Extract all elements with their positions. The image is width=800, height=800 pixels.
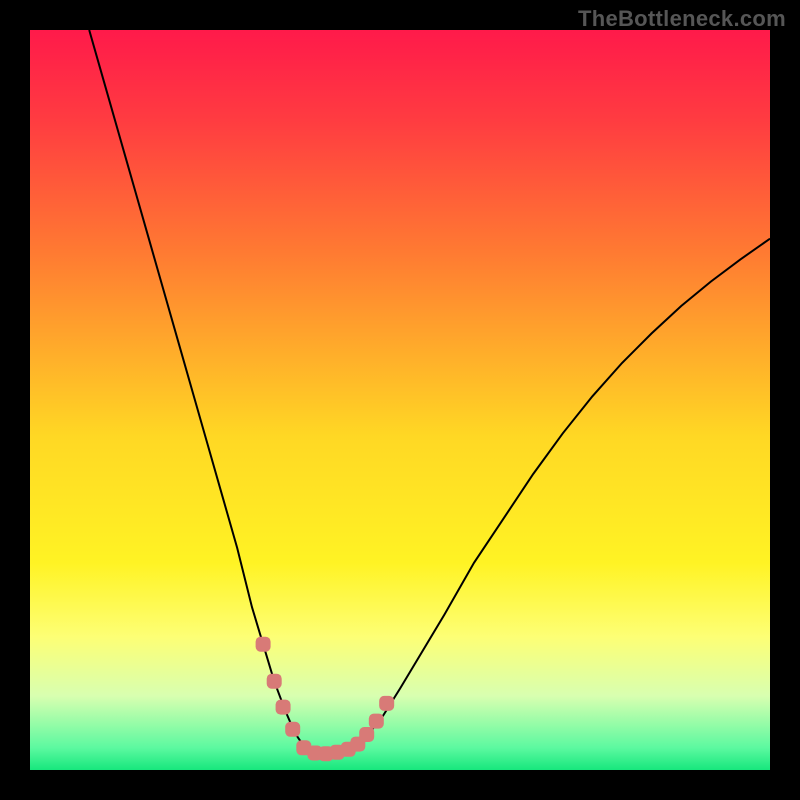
marker-dot xyxy=(379,696,394,711)
watermark-text: TheBottleneck.com xyxy=(578,6,786,32)
marker-dot xyxy=(285,722,300,737)
marker-dot xyxy=(267,674,282,689)
marker-dot xyxy=(276,700,291,715)
bottleneck-chart xyxy=(30,30,770,770)
chart-frame: TheBottleneck.com xyxy=(0,0,800,800)
marker-dot xyxy=(359,727,374,742)
marker-dot xyxy=(256,637,271,652)
plot-background xyxy=(30,30,770,770)
marker-dot xyxy=(369,714,384,729)
